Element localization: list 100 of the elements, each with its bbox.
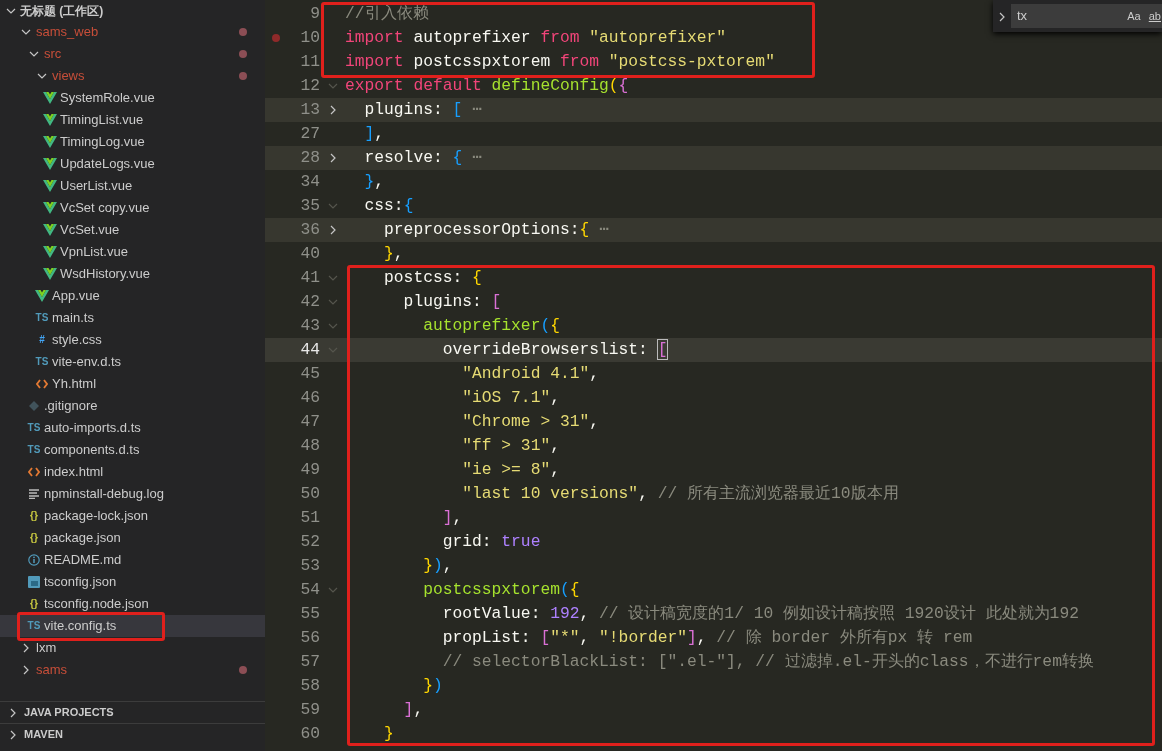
file-item[interactable]: index.html	[0, 461, 265, 483]
code-line: })	[422, 675, 443, 697]
vue-file-icon	[43, 202, 57, 214]
workspace-title[interactable]: 无标题 (工作区)	[20, 1, 104, 20]
file-item[interactable]: tsconfig.json	[0, 571, 265, 593]
code-line: },	[383, 243, 404, 265]
code-line: overrideBrowserslist: [	[441, 339, 668, 361]
file-item[interactable]: UserList.vue	[0, 175, 265, 197]
code-line: "iOS 7.1",	[461, 387, 560, 409]
line-number: 56	[300, 628, 320, 647]
info-icon	[28, 554, 40, 566]
vue-file-icon	[35, 290, 49, 302]
line-number: 46	[300, 388, 320, 407]
line-number: 45	[300, 364, 320, 383]
code-line: preprocessorOptions:{ ⋯	[383, 219, 609, 241]
css-file-icon: #	[39, 335, 45, 345]
file-item[interactable]: {} package-lock.json	[0, 505, 265, 527]
line-number: 60	[300, 724, 320, 743]
file-item[interactable]: VpnList.vue	[0, 241, 265, 263]
line-number: 44	[300, 340, 320, 359]
line-number: 58	[300, 676, 320, 695]
file-item[interactable]: .gitignore	[0, 395, 265, 417]
code-line: "last 10 versions", // 所有主流浏览器最近10版本用	[461, 483, 899, 505]
line-number: 53	[300, 556, 320, 575]
file-item[interactable]: TS main.ts	[0, 307, 265, 329]
code-line: export default defineConfig({	[345, 75, 629, 97]
line-number: 50	[300, 484, 320, 503]
code-brackets-icon	[36, 379, 48, 389]
file-item[interactable]: README.md	[0, 549, 265, 571]
file-item[interactable]: {} package.json	[0, 527, 265, 549]
ts-file-icon: TS	[27, 621, 41, 631]
line-number: 40	[300, 244, 320, 263]
file-item[interactable]: WsdHistory.vue	[0, 263, 265, 285]
code-line: "ff > 31",	[461, 435, 560, 457]
diamond-icon	[29, 401, 39, 411]
find-field[interactable]: tx Aa ab	[1011, 4, 1162, 28]
file-item[interactable]: {} tsconfig.node.json	[0, 593, 265, 615]
expand-toggle-icon[interactable]	[997, 11, 1007, 22]
line-number: 10	[300, 28, 320, 47]
vue-file-icon	[43, 158, 57, 170]
code-line: //引入依赖	[345, 3, 429, 25]
file-item[interactable]: TimingList.vue	[0, 109, 265, 131]
code-line: plugins: [	[402, 291, 502, 313]
line-number: 43	[300, 316, 320, 335]
code-line: "ie >= 8",	[461, 459, 560, 481]
file-item[interactable]: # style.css	[0, 329, 265, 351]
file-item[interactable]: SystemRole.vue	[0, 87, 265, 109]
ts-file-icon: TS	[27, 445, 41, 455]
vue-file-icon	[43, 136, 57, 148]
config-file-icon	[28, 576, 40, 588]
line-number: 34	[300, 172, 320, 191]
code-line: // selectorBlackList: [".el-"], // 过滤掉.el-开头的class，不进行rem转换	[441, 651, 1094, 673]
code-line: }),	[422, 555, 453, 577]
code-line: ],	[441, 507, 463, 529]
code-line: }	[383, 723, 394, 745]
file-item[interactable]: VcSet copy.vue	[0, 197, 265, 219]
file-item[interactable]: VcSet.vue	[0, 219, 265, 241]
line-number: 55	[300, 604, 320, 623]
code-line: },	[363, 171, 385, 193]
code-line: "Android 4.1",	[461, 363, 600, 385]
code-line: autoprefixer({	[422, 315, 560, 337]
line-number: 35	[300, 196, 320, 215]
line-number: 51	[300, 508, 320, 527]
file-item[interactable]: App.vue	[0, 285, 265, 307]
code-line: propList: ["*", "!border"], // 除 border 外所有px 转 rem	[441, 627, 973, 649]
code-line: import autoprefixer from "autoprefixer"	[345, 27, 727, 49]
file-item[interactable]: TS auto-imports.d.ts	[0, 417, 265, 439]
ts-file-icon: TS	[35, 357, 49, 367]
lines-icon	[28, 489, 40, 499]
json-file-icon: {}	[30, 533, 38, 543]
folder-item[interactable]: lxm	[0, 637, 265, 659]
vue-file-icon	[43, 224, 57, 236]
file-item[interactable]: TimingLog.vue	[0, 131, 265, 153]
code-line: resolve: { ⋯	[363, 147, 482, 169]
find-option-toggle[interactable]: Aa	[1126, 7, 1142, 25]
file-item[interactable]: Yh.html	[0, 373, 265, 395]
file-item[interactable]: TS vite-env.d.ts	[0, 351, 265, 373]
line-number: 54	[300, 580, 320, 599]
ts-file-icon: TS	[27, 423, 41, 433]
section-header[interactable]: MAVEN	[0, 723, 265, 745]
code-line: grid: true	[441, 531, 541, 553]
file-item[interactable]: TS components.d.ts	[0, 439, 265, 461]
file-item[interactable]: UpdateLogs.vue	[0, 153, 265, 175]
code-line: css:{	[363, 195, 414, 217]
line-number: 11	[300, 52, 320, 71]
vue-file-icon	[43, 114, 57, 126]
code-line: "Chrome > 31",	[461, 411, 600, 433]
section-header[interactable]: JAVA PROJECTS	[0, 701, 265, 723]
line-number: 41	[300, 268, 320, 287]
code-line: plugins: [ ⋯	[363, 99, 482, 121]
file-item[interactable]: npminstall-debug.log	[0, 483, 265, 505]
json-file-icon: {}	[30, 599, 38, 609]
find-option-toggle[interactable]: ab	[1147, 7, 1162, 25]
code-line: postcss: {	[383, 267, 482, 289]
line-number: 42	[300, 292, 320, 311]
line-number: 59	[300, 700, 320, 719]
vue-file-icon	[43, 246, 57, 258]
line-number: 13	[300, 100, 320, 119]
line-number: 12	[300, 76, 320, 95]
line-number: 49	[300, 460, 320, 479]
